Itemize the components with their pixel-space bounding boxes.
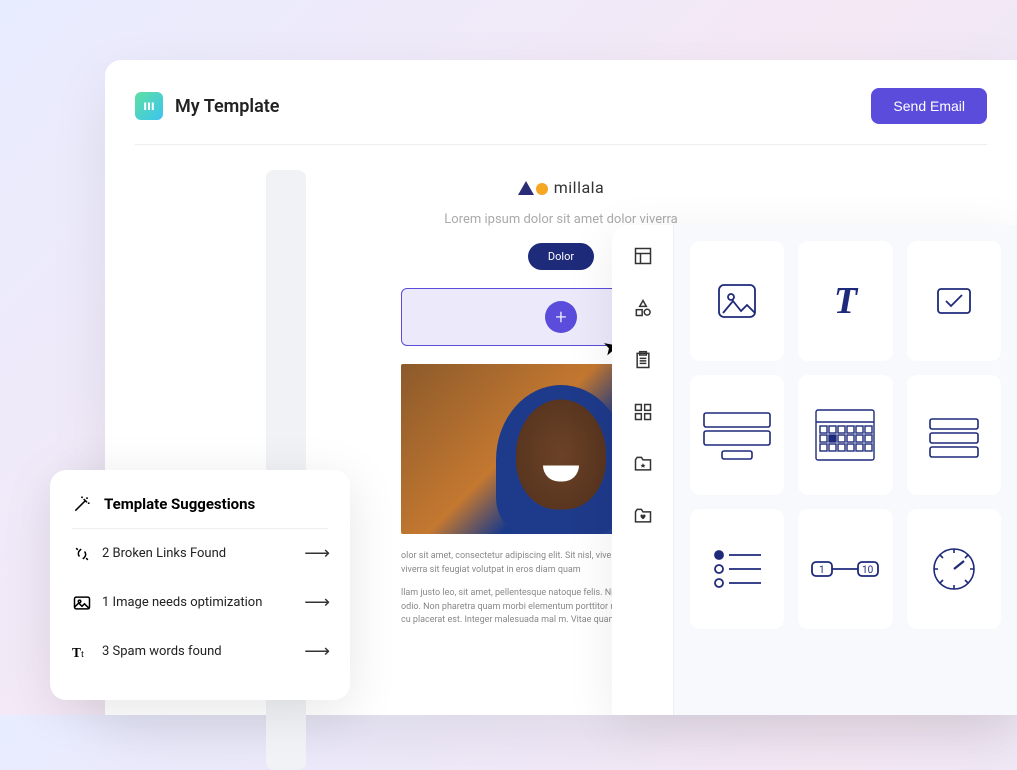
clipboard-icon[interactable] (632, 349, 654, 371)
element-list[interactable] (690, 509, 784, 629)
magic-wand-icon (72, 494, 92, 514)
elements-grid: T 1 10 (674, 225, 1017, 715)
suggestion-text: 2 Broken Links Found (102, 546, 226, 561)
svg-text:t: t (81, 649, 84, 660)
text-case-icon: T t (72, 642, 92, 662)
shapes-icon[interactable] (632, 297, 654, 319)
broken-link-icon (72, 544, 92, 564)
suggestion-item-spam-words[interactable]: T t 3 Spam words found ⟶ (72, 627, 328, 676)
element-rows[interactable] (907, 375, 1001, 495)
header: ııı My Template Send Email (135, 88, 987, 145)
svg-text:10: 10 (862, 565, 874, 576)
arrow-right-icon: ⟶ (304, 592, 328, 613)
folder-star-icon[interactable] (632, 453, 654, 475)
svg-text:1: 1 (819, 565, 825, 576)
send-email-button[interactable]: Send Email (871, 88, 987, 124)
brand-row: millala (401, 178, 721, 197)
svg-text:T: T (72, 645, 81, 660)
suggestion-text: 3 Spam words found (102, 644, 222, 659)
elements-panel: T 1 10 (612, 225, 1017, 715)
suggestions-header: Template Suggestions (72, 494, 328, 529)
suggestion-item-image-optimization[interactable]: 1 Image needs optimization ⟶ (72, 578, 328, 627)
element-text[interactable]: T (798, 241, 892, 361)
brand-logo-icon (518, 181, 548, 195)
suggestions-title: Template Suggestions (104, 495, 255, 513)
suggestion-text: 1 Image needs optimization (102, 595, 262, 610)
suggestions-panel: Template Suggestions 2 Broken Links Foun… (50, 470, 350, 700)
element-gauge[interactable] (907, 509, 1001, 629)
tool-rail (612, 225, 674, 715)
suggestion-item-broken-links[interactable]: 2 Broken Links Found ⟶ (72, 529, 328, 578)
title-wrap: ııı My Template (135, 92, 279, 120)
arrow-right-icon: ⟶ (304, 641, 328, 662)
element-image[interactable] (690, 241, 784, 361)
element-form[interactable] (690, 375, 784, 495)
folder-heart-icon[interactable] (632, 505, 654, 527)
brand-name: millala (554, 178, 605, 197)
app-logo-icon: ııı (135, 92, 163, 120)
page-title: My Template (175, 96, 279, 117)
add-block-button[interactable]: + (545, 301, 577, 333)
template-cta-button[interactable]: Dolor (528, 243, 594, 270)
image-icon (72, 593, 92, 613)
element-calendar[interactable] (798, 375, 892, 495)
arrow-right-icon: ⟶ (304, 543, 328, 564)
layout-icon[interactable] (632, 245, 654, 267)
element-checkbox[interactable] (907, 241, 1001, 361)
element-range[interactable]: 1 10 (798, 509, 892, 629)
grid-icon[interactable] (632, 401, 654, 423)
